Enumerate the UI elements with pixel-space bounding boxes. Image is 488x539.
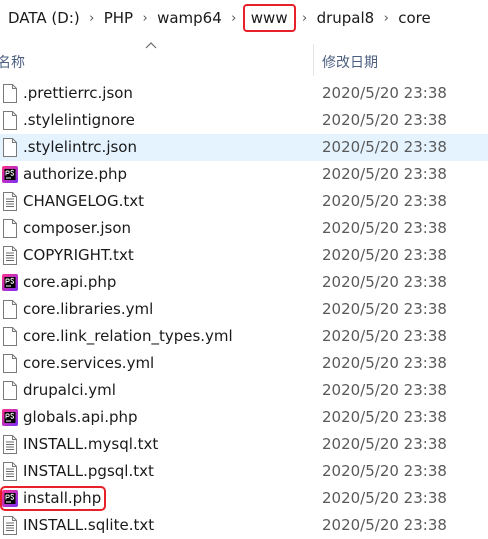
file-date-modified: 2020/5/20 23:38 — [322, 462, 447, 480]
file-date-modified: 2020/5/20 23:38 — [322, 354, 447, 372]
column-divider[interactable] — [313, 44, 314, 76]
text-file-icon — [3, 192, 17, 211]
file-icon — [3, 219, 17, 238]
file-name: core.link_relation_types.yml — [23, 327, 233, 345]
breadcrumb-item-core[interactable]: core — [397, 9, 432, 27]
phpstorm-icon — [2, 274, 18, 291]
file-name: core.libraries.yml — [23, 300, 154, 318]
text-file-icon — [3, 435, 17, 454]
breadcrumb-item-wamp64[interactable]: wamp64 — [156, 9, 223, 27]
file-date-modified: 2020/5/20 23:38 — [322, 246, 447, 264]
file-date-modified: 2020/5/20 23:38 — [322, 273, 447, 291]
file-date-modified: 2020/5/20 23:38 — [322, 489, 447, 507]
file-row[interactable]: CHANGELOG.txt 2020/5/20 23:38 — [0, 188, 488, 215]
breadcrumb: › DATA (D:) › PHP › wamp64 › www › drupa… — [0, 0, 488, 36]
chevron-right-icon[interactable]: › — [378, 11, 394, 26]
file-date-modified: 2020/5/20 23:38 — [322, 192, 447, 210]
file-name: install.php — [23, 489, 102, 507]
file-row[interactable]: core.services.yml 2020/5/20 23:38 — [0, 350, 488, 377]
file-icon — [3, 84, 17, 103]
phpstorm-icon — [2, 409, 18, 426]
file-list: .prettierrc.json 2020/5/20 23:38 .stylelin… — [0, 80, 488, 539]
text-file-icon — [3, 516, 17, 535]
file-row[interactable]: .prettierrc.json 2020/5/20 23:38 — [0, 80, 488, 107]
file-icon — [3, 111, 17, 130]
text-file-icon — [3, 246, 17, 265]
file-name: authorize.php — [23, 165, 128, 183]
file-date-modified: 2020/5/20 23:38 — [322, 111, 447, 129]
file-icon — [3, 381, 17, 400]
chevron-right-icon[interactable]: › — [0, 11, 6, 26]
file-date-modified: 2020/5/20 23:38 — [322, 408, 447, 426]
file-name: COPYRIGHT.txt — [23, 246, 134, 264]
file-date-modified: 2020/5/20 23:38 — [322, 381, 447, 399]
file-row[interactable]: .stylelintrc.json 2020/5/20 23:38 — [0, 134, 488, 161]
column-header: 名称 修改日期 — [0, 42, 488, 76]
chevron-right-icon[interactable]: › — [226, 11, 242, 26]
text-file-icon — [3, 462, 17, 481]
file-date-modified: 2020/5/20 23:38 — [322, 138, 447, 156]
file-row[interactable]: globals.api.php 2020/5/20 23:38 — [0, 404, 488, 431]
file-row[interactable]: COPYRIGHT.txt 2020/5/20 23:38 — [0, 242, 488, 269]
chevron-right-icon[interactable]: › — [137, 11, 153, 26]
file-name: INSTALL.pgsql.txt — [23, 462, 154, 480]
file-row[interactable]: drupalci.yml 2020/5/20 23:38 — [0, 377, 488, 404]
file-row[interactable]: core.api.php 2020/5/20 23:38 — [0, 269, 488, 296]
file-row[interactable]: .stylelintignore 2020/5/20 23:38 — [0, 107, 488, 134]
chevron-right-icon[interactable]: › — [84, 11, 100, 26]
file-date-modified: 2020/5/20 23:38 — [322, 516, 447, 534]
file-date-modified: 2020/5/20 23:38 — [322, 165, 447, 183]
breadcrumb-item-drupal8[interactable]: drupal8 — [316, 9, 376, 27]
file-name: .prettierrc.json — [23, 84, 133, 102]
file-icon — [3, 327, 17, 346]
file-name: globals.api.php — [23, 408, 138, 426]
file-name: .stylelintrc.json — [23, 138, 137, 156]
file-date-modified: 2020/5/20 23:38 — [322, 300, 447, 318]
file-icon — [3, 138, 17, 157]
breadcrumb-item-data-drive[interactable]: DATA (D:) — [7, 9, 81, 27]
file-icon — [3, 300, 17, 319]
file-name: core.api.php — [23, 273, 117, 291]
column-header-date-modified[interactable]: 修改日期 — [322, 52, 378, 72]
file-row[interactable]: authorize.php 2020/5/20 23:38 — [0, 161, 488, 188]
file-row[interactable]: INSTALL.mysql.txt 2020/5/20 23:38 — [0, 431, 488, 458]
file-date-modified: 2020/5/20 23:38 — [322, 219, 447, 237]
file-row[interactable]: INSTALL.pgsql.txt 2020/5/20 23:38 — [0, 458, 488, 485]
file-row[interactable]: core.link_relation_types.yml 2020/5/20 23… — [0, 323, 488, 350]
file-name: INSTALL.mysql.txt — [23, 435, 159, 453]
breadcrumb-item-www[interactable]: www — [242, 4, 296, 32]
file-name: core.services.yml — [23, 354, 155, 372]
file-row[interactable]: core.libraries.yml 2020/5/20 23:38 — [0, 296, 488, 323]
phpstorm-icon — [2, 490, 18, 507]
file-name: composer.json — [23, 219, 132, 237]
file-name: CHANGELOG.txt — [23, 192, 144, 210]
file-name: .stylelintignore — [23, 111, 135, 129]
file-row[interactable]: INSTALL.sqlite.txt 2020/5/20 23:38 — [0, 512, 488, 539]
file-row[interactable]: composer.json 2020/5/20 23:38 — [0, 215, 488, 242]
chevron-right-icon[interactable]: › — [297, 11, 313, 26]
file-name: drupalci.yml — [23, 381, 116, 399]
file-date-modified: 2020/5/20 23:38 — [322, 84, 447, 102]
file-explorer: › DATA (D:) › PHP › wamp64 › www › drupa… — [0, 0, 488, 539]
breadcrumb-item-php[interactable]: PHP — [103, 9, 134, 27]
file-row[interactable]: install.php 2020/5/20 23:38 — [0, 485, 488, 512]
file-icon — [3, 354, 17, 373]
column-header-name[interactable]: 名称 — [0, 52, 25, 72]
sort-ascending-icon — [145, 42, 157, 49]
phpstorm-icon — [2, 166, 18, 183]
file-name: INSTALL.sqlite.txt — [23, 516, 155, 534]
file-date-modified: 2020/5/20 23:38 — [322, 435, 447, 453]
file-date-modified: 2020/5/20 23:38 — [322, 327, 447, 345]
